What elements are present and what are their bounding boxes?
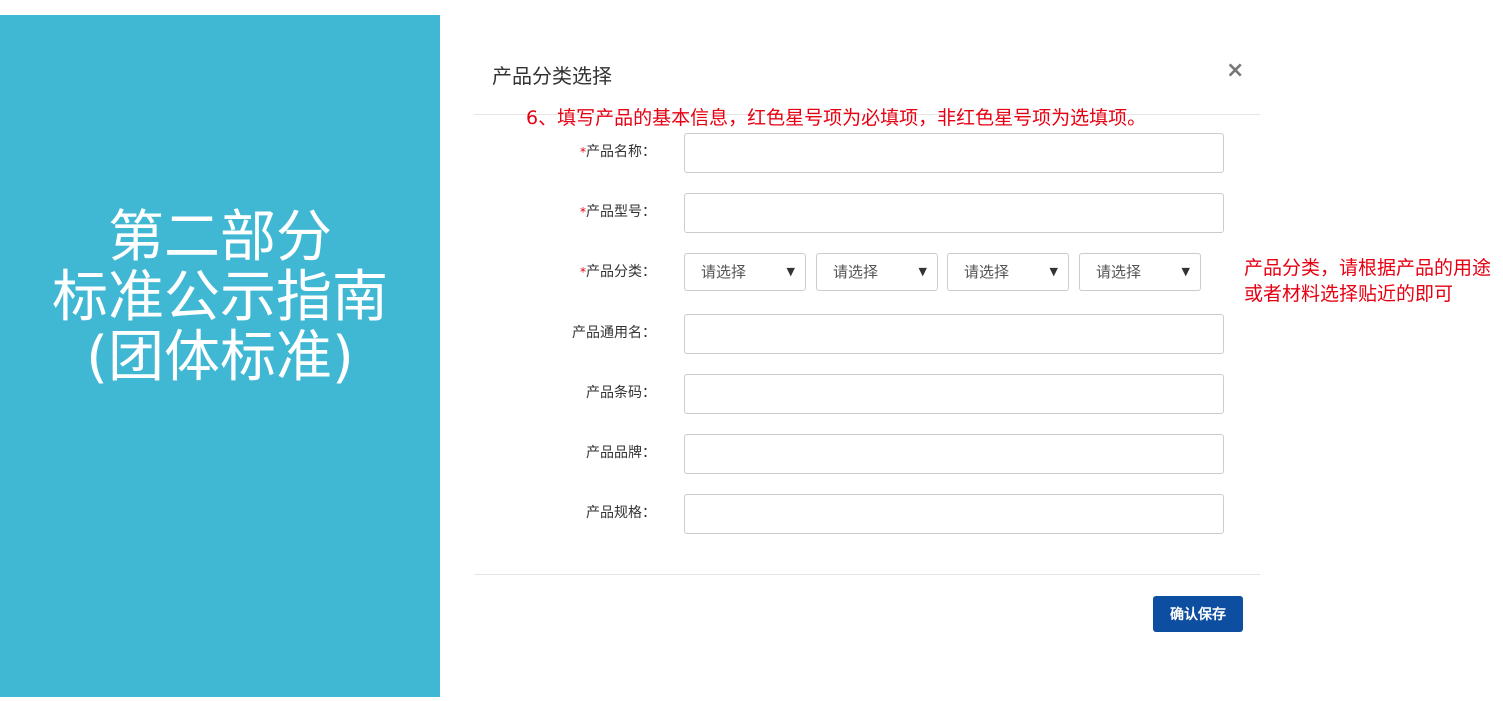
category-annotation: 产品分类，请根据产品的用途或者材料选择贴近的即可 (1244, 257, 1492, 305)
dropdown-arrow-icon: ▼ (918, 265, 927, 278)
form-row-product-name: *产品名称： (520, 133, 1224, 173)
modal-title: 产品分类选择 (492, 64, 612, 88)
form-row-barcode: 产品条码： (520, 374, 1224, 414)
close-icon[interactable]: × (1226, 58, 1244, 83)
product-model-input[interactable] (684, 193, 1224, 233)
section-title-line-3: (团体标准) (86, 325, 354, 390)
form-row-product-model: *产品型号： (520, 193, 1224, 233)
generic-name-input[interactable] (684, 314, 1224, 354)
product-name-label: *产品名称： (580, 144, 656, 160)
product-model-label: *产品型号： (580, 204, 656, 220)
brand-label: 产品品牌： (586, 445, 656, 461)
dropdown-arrow-icon: ▼ (786, 265, 795, 278)
instruction-annotation: 6、填写产品的基本信息，红色星号项为必填项，非红色星号项为选填项。 (526, 107, 1147, 129)
category-select-level-2[interactable]: 请选择 ▼ (816, 253, 938, 291)
section-title-line-1: 第二部分 (108, 205, 332, 270)
generic-name-label: 产品通用名： (572, 325, 656, 341)
dropdown-arrow-icon: ▼ (1049, 265, 1058, 278)
dropdown-arrow-icon: ▼ (1181, 265, 1190, 278)
specification-label: 产品规格： (586, 505, 656, 521)
brand-input[interactable] (684, 434, 1224, 474)
section-title: 第二部分 标准公示指南 (团体标准) (0, 208, 440, 388)
section-title-line-2: 标准公示指南 (52, 265, 388, 330)
product-category-label: *产品分类： (580, 264, 656, 280)
form-row-brand: 产品品牌： (520, 434, 1224, 474)
modal-footer-divider (474, 574, 1260, 575)
barcode-input[interactable] (684, 374, 1224, 414)
confirm-save-button[interactable]: 确认保存 (1153, 596, 1243, 632)
category-select-level-1[interactable]: 请选择 ▼ (684, 253, 806, 291)
barcode-label: 产品条码： (586, 385, 656, 401)
category-select-level-3[interactable]: 请选择 ▼ (947, 253, 1069, 291)
product-name-input[interactable] (684, 133, 1224, 173)
side-panel: 第二部分 标准公示指南 (团体标准) (0, 15, 440, 697)
category-select-level-4[interactable]: 请选择 ▼ (1079, 253, 1201, 291)
specification-input[interactable] (684, 494, 1224, 534)
form-row-specification: 产品规格： (520, 494, 1224, 534)
form-row-product-category: *产品分类： 请选择 ▼ 请选择 ▼ 请选择 ▼ 请选择 ▼ (520, 253, 1220, 291)
form-row-generic-name: 产品通用名： (520, 314, 1224, 354)
